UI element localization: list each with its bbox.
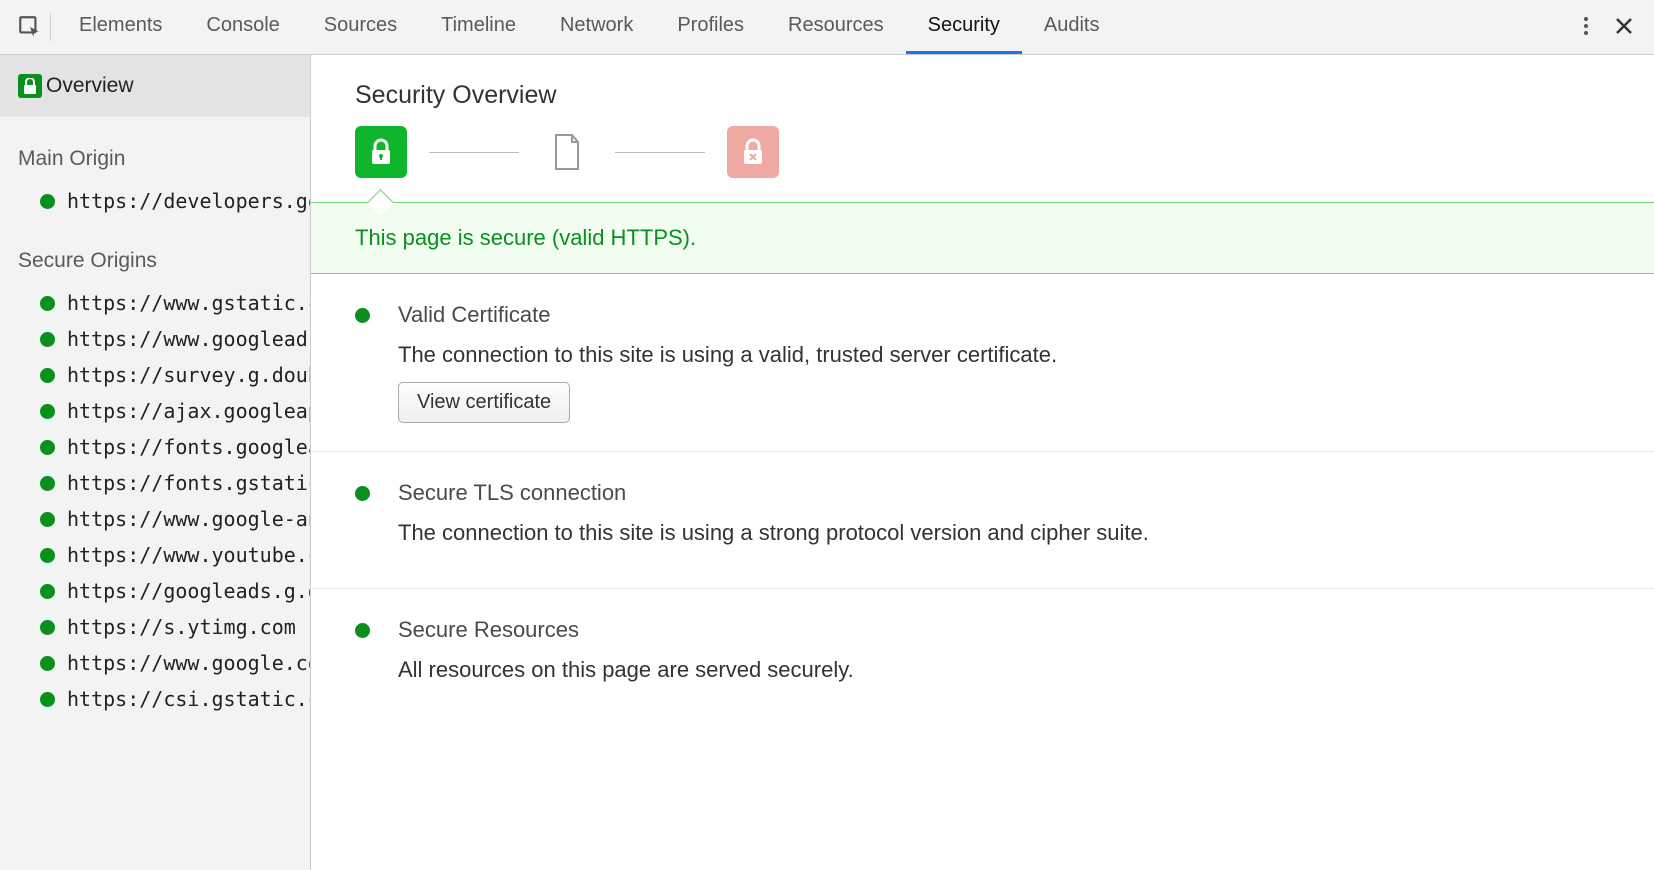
secure-dot-icon <box>40 368 55 383</box>
secure-dot-icon <box>40 296 55 311</box>
detail-title: Valid Certificate <box>398 302 1610 328</box>
origin-url: https://www.google-analytics.com <box>67 507 310 531</box>
tab-network[interactable]: Network <box>538 0 655 54</box>
origin-item[interactable]: https://fonts.googleapis.com <box>0 429 310 465</box>
origin-item[interactable]: https://www.gstatic.com <box>0 285 310 321</box>
detail-description: The connection to this site is using a v… <box>398 342 1610 368</box>
tab-profiles[interactable]: Profiles <box>655 0 766 54</box>
close-icon[interactable] <box>1614 16 1634 39</box>
origin-item[interactable]: https://www.youtube.com <box>0 537 310 573</box>
secure-dot-icon <box>40 656 55 671</box>
sidebar-overview[interactable]: Overview <box>0 55 310 117</box>
tab-audits[interactable]: Audits <box>1022 0 1122 54</box>
overview-label: Overview <box>46 74 134 98</box>
origin-url: https://ajax.googleapis.com <box>67 399 310 423</box>
security-flow <box>311 126 1654 202</box>
origin-item[interactable]: https://survey.g.doubleclick.net <box>0 357 310 393</box>
secure-dot-icon <box>40 440 55 455</box>
origin-url: https://csi.gstatic.com <box>67 687 310 711</box>
origin-item[interactable]: https://www.google.com <box>0 645 310 681</box>
flow-connector <box>615 152 705 153</box>
origin-url: https://fonts.googleapis.com <box>67 435 310 459</box>
security-banner: This page is secure (valid HTTPS). <box>311 202 1654 274</box>
detail-title: Secure TLS connection <box>398 480 1610 506</box>
secure-dot-icon <box>40 584 55 599</box>
detail-description: The connection to this site is using a s… <box>398 520 1610 546</box>
origin-url: https://www.gstatic.com <box>67 291 310 315</box>
origin-item[interactable]: https://s.ytimg.com <box>0 609 310 645</box>
origin-url: https://fonts.gstatic.com <box>67 471 310 495</box>
secure-origins-section-label: Secure Origins <box>0 219 310 285</box>
secure-dot-icon <box>40 548 55 563</box>
origin-item[interactable]: https://www.googleadservices.com <box>0 321 310 357</box>
origin-item[interactable]: https://csi.gstatic.com <box>0 681 310 717</box>
origin-item[interactable]: https://www.google-analytics.com <box>0 501 310 537</box>
origin-url: https://www.googleadservices.com <box>67 327 310 351</box>
secure-dot-icon <box>40 620 55 635</box>
lock-icon <box>18 74 42 98</box>
tab-console[interactable]: Console <box>184 0 301 54</box>
view-certificate-button[interactable]: View certificate <box>398 382 570 423</box>
tab-strip: ElementsConsoleSourcesTimelineNetworkPro… <box>57 0 1582 54</box>
secure-dot-icon <box>40 692 55 707</box>
secure-dot-icon <box>40 194 55 209</box>
file-icon[interactable] <box>541 126 593 178</box>
insecure-lock-icon[interactable] <box>727 126 779 178</box>
origin-url: https://developers.google.com <box>67 189 310 213</box>
secure-dot-icon <box>40 332 55 347</box>
secure-dot-icon <box>355 486 370 501</box>
detail-row: Valid Certificate The connection to this … <box>311 274 1654 452</box>
origin-url: https://www.google.com <box>67 651 310 675</box>
toolbar-separator <box>50 13 51 41</box>
detail-row: Secure TLS connection The connection to t… <box>311 452 1654 589</box>
inspect-icon[interactable] <box>10 14 50 40</box>
origin-url: https://www.youtube.com <box>67 543 310 567</box>
secure-lock-icon[interactable] <box>355 126 407 178</box>
tab-security[interactable]: Security <box>906 0 1022 54</box>
origin-item[interactable]: https://developers.google.com <box>0 183 310 219</box>
main-origin-section-label: Main Origin <box>0 117 310 183</box>
origin-item[interactable]: https://ajax.googleapis.com <box>0 393 310 429</box>
secure-dot-icon <box>40 404 55 419</box>
secure-dot-icon <box>40 476 55 491</box>
page-title: Security Overview <box>311 55 1654 126</box>
origin-item[interactable]: https://fonts.gstatic.com <box>0 465 310 501</box>
origin-url: https://survey.g.doubleclick.net <box>67 363 310 387</box>
more-icon[interactable] <box>1582 14 1590 41</box>
detail-description: All resources on this page are served se… <box>398 657 1610 683</box>
tab-resources[interactable]: Resources <box>766 0 906 54</box>
detail-title: Secure Resources <box>398 617 1610 643</box>
tab-sources[interactable]: Sources <box>302 0 419 54</box>
origin-item[interactable]: https://googleads.g.doubleclick.net <box>0 573 310 609</box>
tab-timeline[interactable]: Timeline <box>419 0 538 54</box>
tab-elements[interactable]: Elements <box>57 0 184 54</box>
origin-url: https://s.ytimg.com <box>67 615 296 639</box>
secure-dot-icon <box>355 623 370 638</box>
origin-url: https://googleads.g.doubleclick.net <box>67 579 310 603</box>
flow-connector <box>429 152 519 153</box>
devtools-toolbar: ElementsConsoleSourcesTimelineNetworkPro… <box>0 0 1654 55</box>
secure-dot-icon <box>40 512 55 527</box>
secure-dot-icon <box>355 308 370 323</box>
detail-row: Secure Resources All resources on this pa… <box>311 589 1654 725</box>
security-main-panel: Security Overview This page is secure (v… <box>311 55 1654 870</box>
security-sidebar: Overview Main Origin https://developers.… <box>0 55 311 870</box>
